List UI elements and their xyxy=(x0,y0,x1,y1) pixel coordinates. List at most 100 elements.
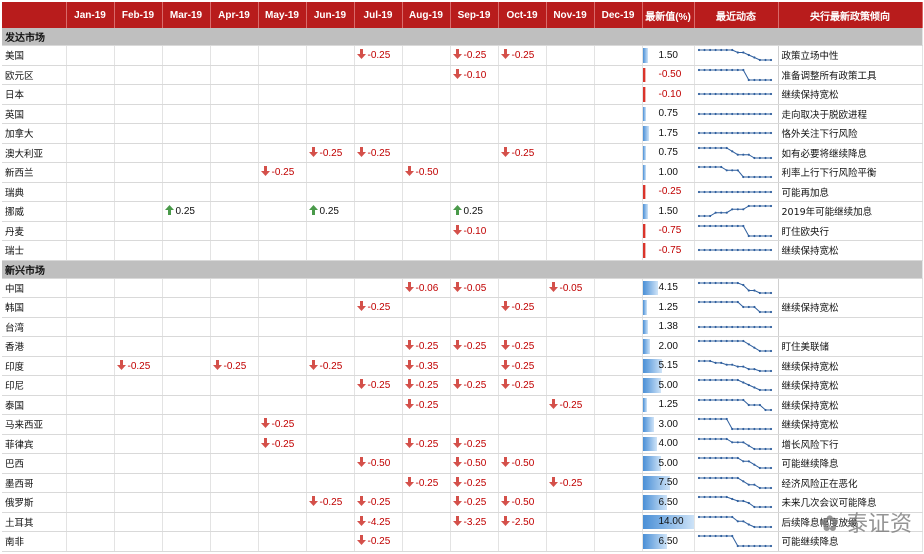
rate-change-cell xyxy=(162,414,211,435)
sparkline-point xyxy=(741,479,744,483)
sparkline-point xyxy=(752,483,755,486)
latest-rate-value: -0.75 xyxy=(658,225,682,237)
table-row: 俄罗斯 -0.25 -0.25 -0.25 -0.50 6.50 未来几次会议可能降息 xyxy=(2,492,923,513)
rate-change-cell: -0.25 xyxy=(354,375,403,396)
latest-rate-value: 7.50 xyxy=(658,477,678,489)
rate-change-cell xyxy=(546,434,595,454)
rate-change-cell xyxy=(594,356,643,376)
arrow-down-icon xyxy=(500,340,510,351)
arrow-down-icon xyxy=(548,281,558,292)
sparkline-point xyxy=(763,249,767,252)
latest-rate-value: 1.00 xyxy=(658,166,678,178)
rate-change-cell xyxy=(594,531,643,552)
sparkline-point xyxy=(714,281,717,284)
arrow-down-icon xyxy=(404,281,414,292)
sparkline-point xyxy=(702,535,706,538)
sparkline-point xyxy=(763,428,767,431)
section-header-row: 新兴市场 xyxy=(2,260,923,279)
rate-change-cell xyxy=(594,453,643,474)
header-month: Feb-19 xyxy=(114,2,163,28)
header-month: Nov-19 xyxy=(546,2,595,28)
sparkline-point xyxy=(769,428,772,431)
sparkline-point xyxy=(741,398,744,401)
sparkline-point xyxy=(758,291,761,294)
rate-change-value: -0.25 xyxy=(463,341,487,353)
sparkline-point xyxy=(714,418,717,421)
country-cell: 瑞士 xyxy=(2,240,67,261)
rate-change-cell xyxy=(546,143,595,163)
sparkline-point xyxy=(702,515,706,518)
latest-rate-cell: 5.15 xyxy=(642,356,695,376)
rate-change-cell xyxy=(66,473,115,493)
trend-sparkline-cell xyxy=(694,240,779,261)
rate-change-cell xyxy=(402,143,451,163)
sparkline-point xyxy=(714,535,717,538)
sparkline-point xyxy=(702,476,706,479)
sparkline-point xyxy=(719,211,722,215)
rate-change-cell xyxy=(162,162,211,183)
policy-note-cell: 可能再加息 xyxy=(778,182,923,202)
sparkline-point xyxy=(708,476,711,479)
arrow-down-icon xyxy=(404,359,414,370)
sparkline-point xyxy=(758,249,761,252)
sparkline-point xyxy=(708,325,711,328)
rate-change-value: -0.25 xyxy=(463,380,487,392)
trend-sparkline-cell xyxy=(694,123,779,144)
sparkline-point xyxy=(747,545,750,548)
sparkline-point xyxy=(769,525,772,528)
sparkline-line xyxy=(698,282,771,294)
rate-change-cell: -0.50 xyxy=(402,162,451,183)
rate-change-cell xyxy=(450,123,499,144)
sparkline-point xyxy=(730,112,733,115)
sparkline-point xyxy=(747,325,750,328)
sparkline-point xyxy=(714,190,717,193)
trend-sparkline-cell xyxy=(694,492,779,513)
sparkline-line xyxy=(698,360,771,372)
rate-change-value: -0.25 xyxy=(463,438,487,450)
table-row: 韩国 -0.25 -0.25 1.25 继续保持宽松 xyxy=(2,297,923,318)
rate-change-cell xyxy=(162,143,211,163)
arrow-down-icon xyxy=(452,49,462,60)
section-title: 新兴市场 xyxy=(2,260,923,279)
sparkline-point xyxy=(736,476,739,479)
trend-sparkline-cell xyxy=(694,221,779,241)
rate-change-cell xyxy=(258,221,307,241)
sparkline-point xyxy=(730,169,733,172)
rate-change-value: -0.25 xyxy=(415,477,439,489)
rate-change-cell: -0.35 xyxy=(402,356,451,376)
rate-change-cell xyxy=(546,65,595,85)
sparkline-point xyxy=(736,208,739,211)
sparkline-point xyxy=(730,398,733,401)
sparkline-point xyxy=(697,249,700,252)
country-cell: 巴西 xyxy=(2,453,67,474)
sparkline-point xyxy=(719,535,722,538)
sparkline-point xyxy=(719,68,722,71)
rate-change-cell xyxy=(402,104,451,124)
sparkline-point xyxy=(702,166,706,169)
trend-sparkline xyxy=(697,224,772,237)
table-row: 墨西哥 -0.25 -0.25 -0.25 7.50 经济风险正在恶化 xyxy=(2,473,923,493)
policy-note-cell: 盯住欧央行 xyxy=(778,221,923,241)
sparkline-point xyxy=(730,132,733,135)
arrow-down-icon xyxy=(404,340,414,351)
rate-change-value: -0.25 xyxy=(319,360,343,372)
sparkline-point xyxy=(736,153,739,156)
latest-rate-value: 6.50 xyxy=(658,496,678,508)
rate-change-cell: -0.10 xyxy=(450,65,499,85)
sparkline-point xyxy=(725,49,728,52)
arrow-down-icon xyxy=(308,146,318,157)
sparkline-point xyxy=(752,249,755,252)
rate-change-cell xyxy=(258,84,307,105)
rate-change-cell xyxy=(306,336,355,357)
policy-note-cell: 准备调整所有政策工具 xyxy=(778,65,923,85)
sparkline-point xyxy=(736,68,739,71)
rate-change-cell xyxy=(354,317,403,337)
rate-change-cell xyxy=(306,45,355,66)
rate-change-value: -0.25 xyxy=(319,497,343,509)
rate-change-value: -0.25 xyxy=(415,438,439,450)
sparkline-point xyxy=(769,486,772,489)
arrow-down-icon xyxy=(452,457,462,468)
rate-change-cell xyxy=(114,84,163,105)
sparkline-point xyxy=(758,369,761,372)
rate-change-cell xyxy=(258,182,307,202)
